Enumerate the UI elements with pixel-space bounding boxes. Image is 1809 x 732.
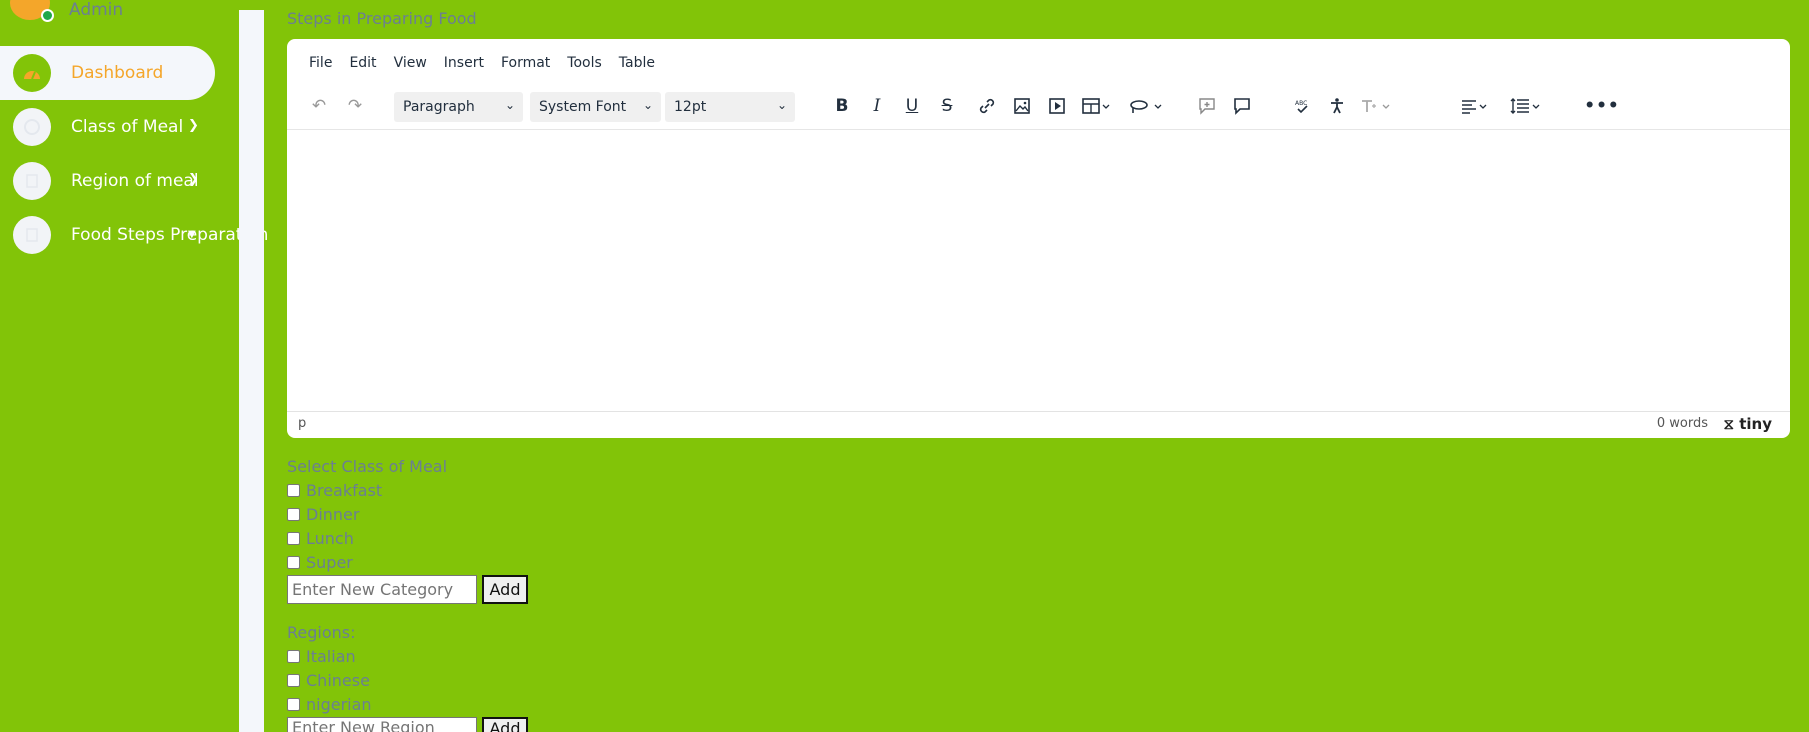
- menu-table[interactable]: Table: [619, 55, 655, 71]
- chevron-down-icon[interactable]: ▼: [188, 229, 196, 240]
- menu-tools[interactable]: Tools: [567, 55, 602, 71]
- comments-icon[interactable]: [1227, 89, 1257, 123]
- steps-label: Steps in Preparing Food: [287, 9, 477, 28]
- checkbox[interactable]: [287, 556, 300, 569]
- strikethrough-icon[interactable]: S: [932, 89, 962, 123]
- redo-icon[interactable]: ↷: [340, 89, 370, 123]
- editor-toolbar: ↶ ↷ Paragraph ⌄ System Font ⌄ 12pt ⌄ B I…: [287, 89, 1790, 129]
- region-icon: [13, 162, 51, 200]
- font-size-value: 12pt: [674, 99, 707, 115]
- admin-name: Admin: [69, 0, 124, 20]
- editor-statusbar: p 0 words ⧖ tiny: [287, 411, 1790, 438]
- align-icon[interactable]: [1455, 89, 1495, 123]
- dashboard-icon: [13, 54, 51, 92]
- chevron-down-icon[interactable]: ❯: [188, 118, 199, 133]
- sidebar-item-food-steps[interactable]: Food Steps Preparation ▼: [0, 208, 268, 262]
- checkbox-label: nigerian: [306, 695, 372, 714]
- checkbox-label: Dinner: [306, 505, 360, 524]
- checkbox[interactable]: [287, 484, 300, 497]
- chevron-down-icon: ⌄: [776, 98, 787, 112]
- checkbox-super[interactable]: Super: [287, 553, 353, 572]
- bold-icon[interactable]: B: [827, 89, 857, 123]
- underline-icon[interactable]: U: [897, 89, 927, 123]
- menu-insert[interactable]: Insert: [444, 55, 484, 71]
- checkbox[interactable]: [287, 508, 300, 521]
- chevron-down-icon: ⌄: [642, 98, 653, 112]
- checkbox-lunch[interactable]: Lunch: [287, 529, 354, 548]
- tiny-brand: tiny: [1739, 415, 1772, 433]
- checkbox-breakfast[interactable]: Breakfast: [287, 481, 382, 500]
- spellcheck-icon[interactable]: ABC: [1287, 89, 1317, 123]
- accessibility-icon[interactable]: [1322, 89, 1352, 123]
- checkbox-label: Italian: [306, 647, 356, 666]
- checkbox-label: Breakfast: [306, 481, 383, 500]
- menu-file[interactable]: File: [309, 55, 332, 71]
- checkbox-chinese[interactable]: Chinese: [287, 671, 370, 690]
- font-family-value: System Font: [539, 99, 627, 115]
- sidebar-item-dashboard[interactable]: Dashboard: [0, 46, 215, 100]
- checkbox-label: Super: [306, 553, 353, 572]
- add-comment-icon[interactable]: [1192, 89, 1222, 123]
- sidebar: Admin Dashboard Class of Meal ❯ Region o…: [0, 0, 268, 732]
- regions-label: Regions:: [287, 623, 356, 642]
- input-placeholder: Enter New Region: [292, 718, 435, 732]
- word-count[interactable]: 0 words: [1657, 416, 1708, 431]
- menu-format[interactable]: Format: [501, 55, 550, 71]
- italic-icon[interactable]: I: [862, 89, 892, 123]
- menu-view[interactable]: View: [394, 55, 427, 71]
- block-format-value: Paragraph: [403, 99, 475, 115]
- sidebar-item-label: Dashboard: [71, 63, 164, 83]
- link-icon[interactable]: [972, 89, 1002, 123]
- element-path[interactable]: p: [298, 416, 306, 431]
- tiny-logo-icon: ⧖: [1723, 415, 1734, 433]
- editor-menubar: File Edit View Insert Format Tools Table: [309, 55, 672, 71]
- menu-edit[interactable]: Edit: [349, 55, 376, 71]
- checkbox[interactable]: [287, 650, 300, 663]
- sidebar-item-label: Class of Meal: [71, 117, 184, 137]
- checkbox[interactable]: [287, 698, 300, 711]
- sidebar-item-region-of-meal[interactable]: Region of meal ❯: [0, 154, 215, 208]
- font-family-select[interactable]: System Font ⌄: [530, 92, 661, 122]
- online-status-dot: [41, 9, 54, 22]
- font-size-select[interactable]: 12pt ⌄: [665, 92, 795, 122]
- svg-text:ABC: ABC: [1295, 100, 1307, 107]
- tiny-logo[interactable]: ⧖ tiny: [1723, 415, 1772, 433]
- add-region-button[interactable]: Add: [482, 717, 528, 732]
- lasso-icon[interactable]: [1125, 89, 1169, 123]
- block-format-select[interactable]: Paragraph ⌄: [394, 92, 523, 122]
- editor-content-area[interactable]: [287, 129, 1790, 413]
- chevron-down-icon: ⌄: [504, 98, 515, 112]
- checkbox-italian[interactable]: Italian: [287, 647, 356, 666]
- steps-icon: [13, 216, 51, 254]
- media-icon[interactable]: [1042, 89, 1072, 123]
- image-icon[interactable]: [1007, 89, 1037, 123]
- line-height-icon[interactable]: [1504, 89, 1548, 123]
- checkbox-nigerian[interactable]: nigerian: [287, 695, 372, 714]
- meal-icon: [13, 108, 51, 146]
- table-icon[interactable]: [1077, 89, 1117, 123]
- content-separator: [239, 10, 264, 732]
- new-region-input[interactable]: Enter New Region: [287, 717, 477, 732]
- text-format-icon[interactable]: [1355, 89, 1399, 123]
- checkbox-dinner[interactable]: Dinner: [287, 505, 359, 524]
- rich-text-editor: File Edit View Insert Format Tools Table…: [287, 39, 1790, 438]
- checkbox[interactable]: [287, 674, 300, 687]
- checkbox-label: Lunch: [306, 529, 354, 548]
- undo-icon[interactable]: ↶: [304, 89, 334, 123]
- new-category-input[interactable]: Enter New Category: [287, 575, 477, 604]
- add-category-button[interactable]: Add: [482, 575, 528, 604]
- more-icon[interactable]: •••: [1584, 89, 1619, 123]
- checkbox[interactable]: [287, 532, 300, 545]
- sidebar-item-class-of-meal[interactable]: Class of Meal ❯: [0, 100, 215, 154]
- checkbox-label: Chinese: [306, 671, 370, 690]
- sidebar-item-label: Region of meal: [71, 171, 199, 191]
- input-placeholder: Enter New Category: [292, 580, 454, 599]
- chevron-down-icon[interactable]: ❯: [188, 172, 199, 187]
- meal-class-label: Select Class of Meal: [287, 457, 448, 476]
